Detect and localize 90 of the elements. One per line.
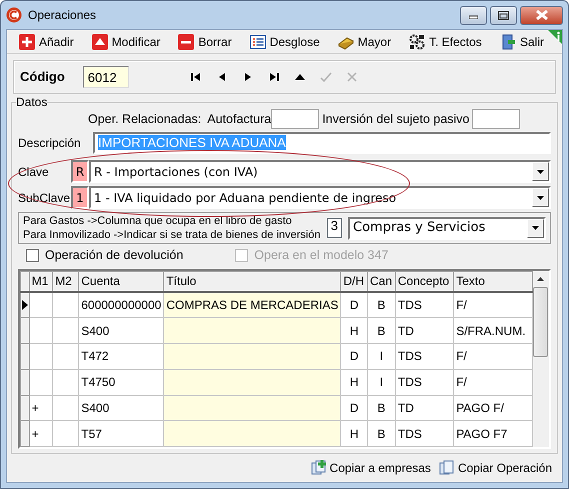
toolbar-button[interactable]: Salir (494, 32, 550, 50)
column-header[interactable]: Título (164, 272, 341, 292)
column-header[interactable]: M1 (29, 272, 53, 292)
table-cell: H (340, 369, 368, 396)
group-title: Datos (16, 96, 48, 109)
last-record-icon (268, 71, 280, 83)
table-cell: H (340, 318, 368, 344)
hint-text: Para Inmovilizado ->Indicar si se trata de bienes de inversión (23, 228, 320, 242)
minimize-button[interactable] (460, 6, 487, 24)
field-label: Inversión del sujeto pasivo (322, 110, 470, 128)
close-button[interactable] (520, 6, 563, 24)
code-field[interactable]: 6012 (82, 66, 129, 88)
field-label: Oper. Relacionadas: (88, 110, 202, 128)
info-icon (548, 30, 562, 44)
table-cell: PAGO F/ (454, 395, 532, 421)
toolbar-button[interactable]: T. Efectos (403, 32, 488, 50)
window-title: Operaciones (28, 7, 96, 24)
table-cell: + (29, 420, 53, 446)
table-cell: TDS (395, 369, 454, 396)
table-cell: TD (395, 318, 454, 344)
table-cell: H (340, 420, 368, 446)
column-header[interactable]: Texto (454, 272, 532, 292)
table-cell: TDS (395, 420, 454, 446)
table-cell: TD (395, 395, 454, 421)
table-cell: + (29, 395, 53, 421)
table-cell: B (368, 318, 396, 344)
toolbar-button[interactable]: Añadir (13, 32, 80, 50)
field-label: Autofactura (207, 110, 272, 128)
table-cell: D (340, 344, 368, 370)
close-icon (536, 10, 548, 20)
table-cell: PAGO F7 (454, 420, 532, 446)
checkbox[interactable]: Operación de devolución (26, 246, 184, 264)
maximize-button[interactable] (490, 6, 517, 24)
column-header[interactable]: M2 (52, 272, 79, 292)
dropdown-arrow-icon (537, 196, 544, 200)
footer-button[interactable]: Copiar a empresas (306, 459, 435, 477)
code-field[interactable]: 1 (71, 186, 89, 209)
scroll-up-icon (537, 277, 544, 281)
copy-add-icon (310, 460, 327, 476)
plus-icon (19, 34, 35, 50)
scroll-thumb[interactable] (533, 287, 548, 357)
autofactura-field[interactable] (271, 109, 320, 129)
dropdown-arrow-icon (532, 226, 539, 230)
toolbar-button[interactable]: Borrar (172, 32, 238, 50)
dropdown-arrow-icon (537, 170, 544, 174)
table-cell: D (340, 395, 368, 421)
dropdown[interactable]: Compras y Servicios (348, 216, 546, 240)
toolbar-button[interactable]: Mayor (332, 32, 398, 50)
row-pointer-icon (22, 300, 28, 310)
dropdown[interactable]: R - Importaciones (con IVA) (89, 160, 551, 183)
column-header[interactable]: Cuenta (78, 272, 164, 292)
table-cell: S/FRA.NUM. (454, 318, 532, 344)
list-icon (250, 34, 266, 50)
toolbar-button[interactable]: Desglose (244, 32, 326, 50)
table-cell: I (368, 344, 396, 370)
check-icon (320, 71, 332, 83)
copy-icon (438, 460, 455, 476)
first-record-icon (190, 71, 202, 83)
column-header[interactable]: D/H (340, 272, 368, 292)
code-label: Código (20, 68, 65, 86)
gears-icon (409, 34, 426, 50)
inversion-field[interactable] (472, 109, 520, 129)
column-header[interactable]: Can (368, 272, 396, 292)
field-label: Descripción (18, 135, 82, 152)
table-cell: B (368, 395, 396, 421)
table-cell: B (368, 292, 396, 318)
minus-icon (178, 34, 194, 50)
table-cell: I (368, 369, 396, 396)
toolbar-button[interactable]: Modificar (86, 32, 166, 50)
column-header[interactable]: Concepto (395, 272, 454, 292)
field-label: Clave (18, 164, 50, 180)
scrollbar[interactable] (532, 271, 549, 447)
table-cell: F/ (454, 344, 532, 370)
table-cell: 600000000000 (78, 292, 164, 318)
maximize-icon (498, 10, 509, 20)
table-cell: COMPRAS DE MERCADERIAS (164, 292, 341, 318)
column-number-field[interactable]: 3 (326, 218, 342, 238)
cancel-icon (346, 71, 358, 83)
table-cell: F/ (454, 369, 532, 396)
table-cell: F/ (454, 292, 532, 318)
code-field[interactable]: R (71, 160, 89, 183)
table-cell: D (340, 292, 368, 318)
table-cell: B (368, 420, 396, 446)
footer-button[interactable]: Copiar Operación (434, 459, 556, 477)
hint-text: Para Gastos ->Columna que ocupa en el libro de gasto (23, 214, 293, 228)
app-logo-icon (6, 7, 22, 23)
table-cell: TDS (395, 292, 454, 318)
table-cell: S400 (78, 395, 164, 421)
door-icon (500, 34, 516, 50)
table-cell: TDS (395, 344, 454, 370)
